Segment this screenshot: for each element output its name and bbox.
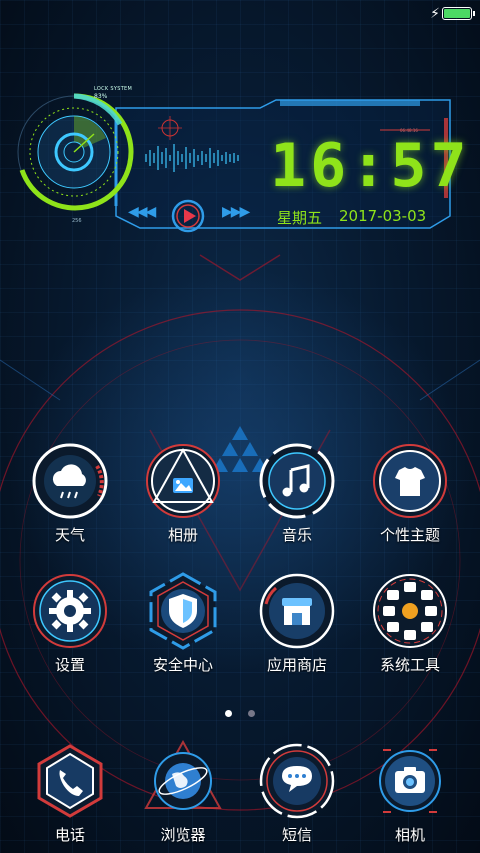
security-icon (149, 572, 217, 650)
theme-icon (373, 444, 447, 518)
app-system-tools[interactable]: 系统工具 (355, 570, 465, 675)
app-label: 音乐 (281, 526, 312, 544)
clock-time: 16:57 (270, 131, 471, 201)
app-weather[interactable]: 天气 (15, 440, 125, 545)
app-label: 设置 (54, 656, 85, 674)
dock-browser[interactable]: 浏览器 (128, 740, 238, 845)
app-label: 系统工具 (379, 656, 440, 674)
weather-icon (32, 443, 108, 519)
gallery-icon (146, 444, 220, 518)
app-themes[interactable]: 个性主题 (355, 440, 465, 545)
lock-system-label: LOCK SYSTEM (94, 86, 133, 92)
app-label: 个性主题 (379, 526, 440, 544)
app-label: 安全中心 (152, 656, 213, 674)
play-icon[interactable] (170, 198, 206, 234)
app-store[interactable]: 应用商店 (242, 570, 352, 675)
app-music[interactable]: 音乐 (242, 440, 352, 545)
clock-widget[interactable]: LOCK SYSTEM 83% 256 06:48:16 16:57 星期五 2… (0, 80, 480, 260)
app-label: 天气 (54, 526, 85, 544)
app-label: 相册 (167, 526, 198, 544)
app-label: 相机 (394, 826, 425, 844)
lock-percent: 83% (94, 93, 108, 100)
dock-phone[interactable]: 电话 (15, 740, 125, 845)
camera-icon (379, 749, 441, 813)
clock-date: 2017-03-03 (339, 207, 427, 225)
app-store-icon (259, 573, 335, 649)
settings-icon (33, 574, 107, 648)
app-settings[interactable]: 设置 (15, 570, 125, 675)
messages-icon (259, 743, 335, 819)
bolt-icon: ⚡ (430, 6, 440, 22)
app-label: 浏览器 (160, 826, 206, 844)
lock-dial (17, 93, 134, 211)
page-dot-active[interactable] (225, 710, 233, 717)
phone-icon (37, 744, 103, 818)
dock-camera[interactable]: 相机 (355, 740, 465, 845)
next-track-icon[interactable]: ▶▶▶ (222, 204, 250, 220)
music-icon (259, 443, 335, 519)
page-dot[interactable] (247, 710, 255, 717)
previous-track-icon[interactable]: ◀◀◀ (128, 204, 156, 220)
system-tools-icon (373, 574, 447, 648)
browser-icon (144, 740, 222, 810)
battery-level (444, 9, 470, 18)
page-indicator[interactable] (0, 702, 480, 721)
app-label: 短信 (281, 826, 312, 844)
clock-weekday: 星期五 (277, 209, 323, 227)
status-bar: ⚡ (0, 0, 480, 28)
dock-messages[interactable]: 短信 (242, 740, 352, 845)
dial-number: 256 (72, 218, 82, 224)
app-label: 电话 (54, 826, 85, 844)
app-gallery[interactable]: 相册 (128, 440, 238, 545)
app-security[interactable]: 安全中心 (128, 570, 238, 675)
battery-icon (442, 7, 475, 20)
app-label: 应用商店 (266, 656, 327, 674)
